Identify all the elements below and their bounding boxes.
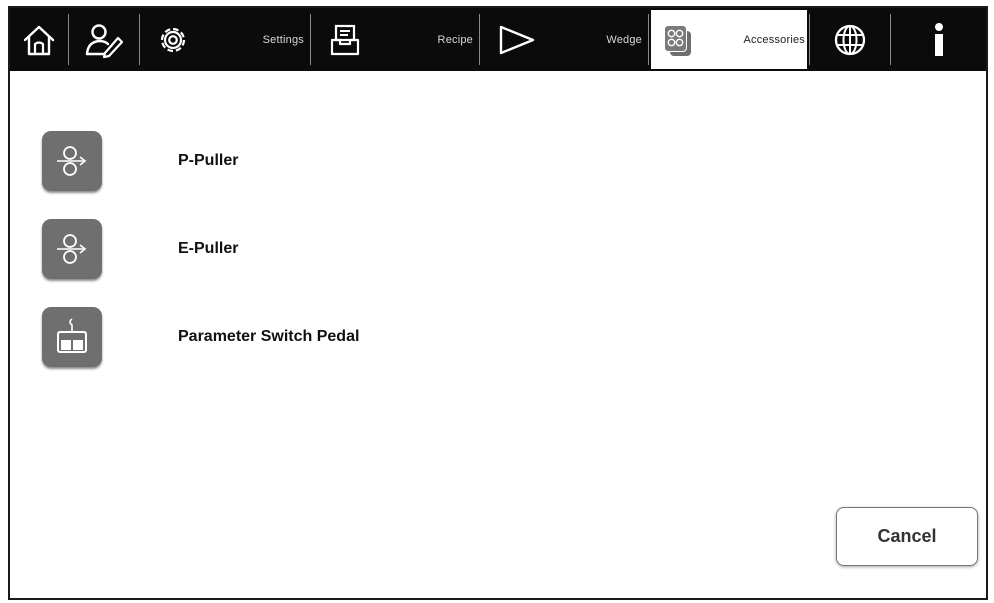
- p-puller-button[interactable]: [42, 131, 102, 191]
- puller-icon: [57, 146, 87, 176]
- tab-accessories[interactable]: Accessories: [649, 8, 809, 71]
- tab-settings[interactable]: Settings: [140, 8, 310, 71]
- tab-accessories-label: Accessories: [743, 33, 805, 46]
- e-puller-button[interactable]: [42, 219, 102, 279]
- info-button[interactable]: [891, 8, 986, 71]
- cancel-button[interactable]: Cancel: [836, 507, 978, 566]
- parameter-switch-pedal-button[interactable]: [42, 307, 102, 367]
- tray-icon: [330, 24, 360, 55]
- user-button[interactable]: [69, 8, 139, 71]
- tab-recipe-label: Recipe: [437, 33, 473, 46]
- parameter-switch-pedal-label: Parameter Switch Pedal: [178, 328, 360, 345]
- accessory-e-puller[interactable]: E-Puller: [42, 216, 238, 282]
- tab-settings-label: Settings: [262, 33, 304, 46]
- accessories-list: P-Puller E-Puller Parameter Switch Pedal…: [10, 71, 986, 598]
- puller-icon: [57, 234, 87, 264]
- globe-icon: [834, 24, 866, 55]
- top-toolbar: Settings Recipe Wedge Accessories: [10, 8, 986, 71]
- accessories-icon: [661, 22, 695, 58]
- tab-wedge[interactable]: Wedge: [480, 8, 648, 71]
- play-icon: [499, 25, 535, 54]
- tab-wedge-label: Wedge: [606, 33, 642, 46]
- p-puller-label: P-Puller: [178, 152, 239, 169]
- info-icon: [934, 22, 943, 56]
- home-icon: [23, 25, 55, 55]
- app-window: Settings Recipe Wedge Accessories P-Pull…: [8, 6, 988, 600]
- accessory-parameter-switch-pedal[interactable]: Parameter Switch Pedal: [42, 304, 359, 370]
- accessory-p-puller[interactable]: P-Puller: [42, 128, 238, 194]
- user-edit-icon: [85, 23, 124, 58]
- gear-icon: [160, 27, 186, 52]
- language-button[interactable]: [810, 8, 890, 71]
- pedal-icon: [57, 318, 87, 353]
- home-button[interactable]: [10, 8, 68, 71]
- e-puller-label: E-Puller: [178, 240, 239, 257]
- tab-recipe[interactable]: Recipe: [311, 8, 479, 71]
